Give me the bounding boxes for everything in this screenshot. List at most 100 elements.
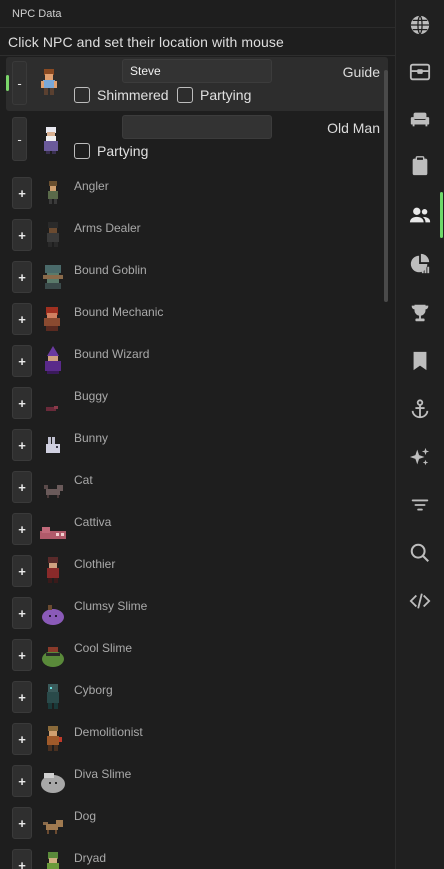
npc-list-item-clumsy-slime[interactable]: + Clumsy Slime: [0, 591, 390, 633]
divider: [0, 55, 395, 56]
add-npc-button[interactable]: +: [12, 639, 32, 671]
remove-npc-button[interactable]: -: [12, 61, 27, 105]
globe-icon[interactable]: [396, 4, 444, 46]
npc-name-label: Cool Slime: [74, 641, 133, 655]
add-npc-button[interactable]: +: [12, 471, 32, 503]
npc-name-label: Clothier: [74, 557, 116, 571]
code-icon[interactable]: [396, 580, 444, 622]
npc-name-label: Arms Dealer: [74, 221, 141, 235]
npc-name-label: Dryad: [74, 851, 107, 865]
remove-npc-button[interactable]: -: [12, 117, 27, 161]
guide-sprite-icon: [41, 69, 57, 95]
npc-list-item-clothier[interactable]: + Clothier: [0, 549, 390, 591]
clothier-sprite-icon: [47, 557, 59, 583]
npc-list-item-bound-goblin[interactable]: + Bound Goblin: [0, 255, 390, 297]
add-npc-button[interactable]: +: [12, 429, 32, 461]
npc-name-input[interactable]: Steve: [122, 59, 272, 83]
npc-list-item-cool-slime[interactable]: + Cool Slime: [0, 633, 390, 675]
old-man-sprite-icon: [44, 127, 58, 154]
add-npc-button[interactable]: +: [12, 513, 32, 545]
people-icon[interactable]: [396, 194, 444, 236]
npc-name-label: Clumsy Slime: [74, 599, 148, 613]
npc-list-item-bunny[interactable]: + Bunny: [0, 423, 390, 465]
npc-list-item-dryad[interactable]: + Dryad: [0, 843, 390, 869]
bound-goblin-sprite-icon: [43, 265, 63, 289]
instructions-text: Click NPC and set their location with mo…: [8, 34, 284, 50]
bunny-sprite-icon: [46, 437, 60, 453]
sofa-icon[interactable]: [396, 98, 444, 140]
partying-checkbox[interactable]: Partying: [177, 87, 251, 103]
npc-list-item-cat[interactable]: + Cat: [0, 465, 390, 507]
npc-list-item-buggy[interactable]: + Buggy: [0, 381, 390, 423]
cattiva-sprite-icon: [40, 527, 66, 539]
search-icon[interactable]: [396, 532, 444, 574]
clumsy-slime-sprite-icon: [42, 605, 64, 625]
bound-wizard-sprite-icon: [45, 346, 61, 374]
npc-list-item-cattiva[interactable]: + Cattiva: [0, 507, 390, 549]
checkbox-box[interactable]: [177, 87, 193, 103]
add-npc-button[interactable]: +: [12, 849, 32, 869]
cat-sprite-icon: [44, 485, 63, 498]
demolitionist-sprite-icon: [47, 726, 62, 751]
dog-sprite-icon: [43, 820, 63, 834]
arms-dealer-sprite-icon: [47, 222, 59, 247]
buggy-sprite-icon: [46, 406, 58, 411]
active-npc-row-guide[interactable]: - Steve Guide Shimmered Partying: [6, 57, 388, 111]
chest-icon[interactable]: [396, 51, 444, 93]
checkbox-box[interactable]: [74, 143, 90, 159]
list-scrollbar[interactable]: [384, 70, 388, 302]
add-npc-button[interactable]: +: [12, 345, 32, 377]
add-npc-button[interactable]: +: [12, 765, 32, 797]
sparkle-icon[interactable]: [396, 436, 444, 478]
clipboard-icon[interactable]: [396, 145, 444, 187]
dryad-sprite-icon: [47, 852, 59, 869]
npc-name-label: Buggy: [74, 389, 109, 403]
active-npc-row-old-man[interactable]: - Old Man Partying: [6, 113, 388, 169]
npc-name-label: Bunny: [74, 431, 109, 445]
add-npc-button[interactable]: +: [12, 387, 32, 419]
npc-name-label: Cat: [74, 473, 93, 487]
trophy-icon[interactable]: [396, 292, 444, 334]
npc-name-input[interactable]: [122, 115, 272, 139]
add-npc-button[interactable]: +: [12, 261, 32, 293]
npc-list-item-diva-slime[interactable]: + Diva Slime: [0, 759, 390, 801]
npc-list-item-bound-mechanic[interactable]: + Bound Mechanic: [0, 297, 390, 339]
npc-list-item-angler[interactable]: + Angler: [0, 171, 390, 213]
bound-mechanic-sprite-icon: [44, 307, 60, 331]
add-npc-button[interactable]: +: [12, 555, 32, 587]
add-npc-button[interactable]: +: [12, 681, 32, 713]
npc-list-item-demolitionist[interactable]: + Demolitionist: [0, 717, 390, 759]
npc-name-label: Cattiva: [74, 515, 112, 529]
add-npc-button[interactable]: +: [12, 219, 32, 251]
partying-checkbox[interactable]: Partying: [74, 143, 148, 159]
active-tab-indicator: [440, 192, 443, 238]
npc-type-label: Old Man: [327, 120, 380, 136]
pie-chart-icon[interactable]: [396, 243, 444, 285]
npc-list-item-cyborg[interactable]: + Cyborg: [0, 675, 390, 717]
angler-sprite-icon: [48, 181, 58, 204]
filter-icon[interactable]: [396, 484, 444, 526]
add-npc-button[interactable]: +: [12, 177, 32, 209]
add-npc-button[interactable]: +: [12, 597, 32, 629]
npc-name-label: Dog: [74, 809, 97, 823]
npc-name-label: Bound Goblin: [74, 263, 147, 277]
divider: [0, 27, 395, 28]
diva-slime-sprite-icon: [41, 773, 65, 793]
npc-name-label: Bound Mechanic: [74, 305, 164, 319]
add-npc-button[interactable]: +: [12, 303, 32, 335]
right-sidebar: [395, 0, 444, 869]
npc-list-item-dog[interactable]: + Dog: [0, 801, 390, 843]
add-npc-button[interactable]: +: [12, 807, 32, 839]
anchor-icon[interactable]: [396, 388, 444, 430]
npc-name-label: Bound Wizard: [74, 347, 150, 361]
npc-data-panel: NPC Data Click NPC and set their locatio…: [0, 0, 395, 869]
npc-name-label: Cyborg: [74, 683, 113, 697]
bookmark-icon[interactable]: [396, 340, 444, 382]
shimmered-checkbox[interactable]: Shimmered: [74, 87, 169, 103]
npc-list-item-arms-dealer[interactable]: + Arms Dealer: [0, 213, 390, 255]
npc-list-item-bound-wizard[interactable]: + Bound Wizard: [0, 339, 390, 381]
cool-slime-sprite-icon: [42, 647, 64, 667]
npc-name-label: Diva Slime: [74, 767, 132, 781]
add-npc-button[interactable]: +: [12, 723, 32, 755]
checkbox-box[interactable]: [74, 87, 90, 103]
